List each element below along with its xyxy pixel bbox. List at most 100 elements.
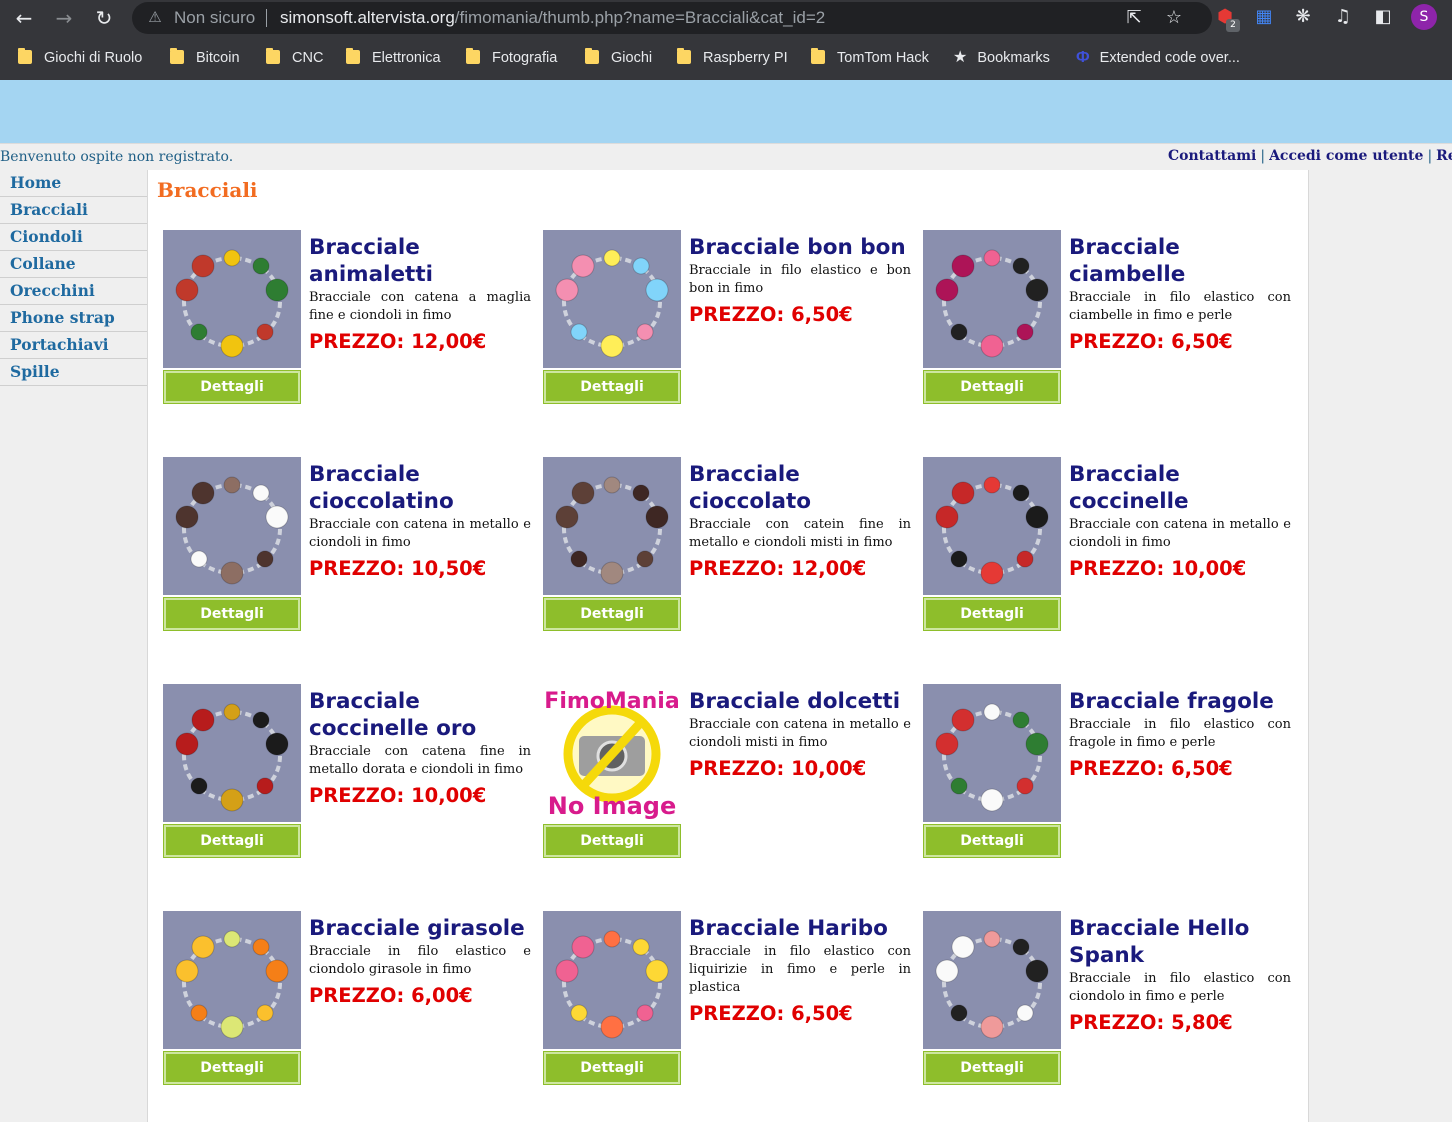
product-card: Dettagli Bracciale coccinelle Bracciale co… — [923, 457, 1291, 633]
back-arrow-icon[interactable]: ← — [10, 4, 38, 32]
product-image[interactable] — [923, 911, 1061, 1049]
folder-icon — [18, 48, 32, 64]
product-price: PREZZO: 10,50€ — [309, 557, 487, 580]
details-button[interactable]: Dettagli — [543, 370, 681, 404]
security-label[interactable]: Non sicuro — [174, 7, 255, 29]
bookmark-label: Giochi — [611, 50, 653, 66]
warning-icon[interactable]: ⚠ — [146, 8, 164, 26]
no-image-placeholder[interactable]: FimoMania No Image — [543, 684, 681, 822]
profile-avatar[interactable]: S — [1411, 4, 1437, 30]
product-image[interactable] — [543, 911, 681, 1049]
sidebar-item-phone-strap[interactable]: Phone strap — [0, 305, 147, 332]
product-description: Bracciale con catein fine in metallo e c… — [689, 517, 911, 550]
contact-link[interactable]: Contattami — [1168, 148, 1256, 164]
star-icon: ★ — [953, 49, 968, 66]
product-image[interactable] — [543, 457, 681, 595]
link-separator: | — [1260, 148, 1266, 164]
bookmark-label: TomTom Hack — [837, 50, 929, 66]
details-button[interactable]: Dettagli — [163, 1051, 301, 1085]
product-image[interactable] — [923, 457, 1061, 595]
bookmark-bitcoin[interactable]: Bitcoin — [170, 48, 240, 68]
product-image[interactable] — [163, 911, 301, 1049]
category-title: Bracciali — [157, 178, 258, 202]
product-name[interactable]: Bracciale dolcetti — [689, 688, 911, 715]
product-name[interactable]: Bracciale bon bon — [689, 234, 911, 261]
product-name[interactable]: Bracciale coccinelle oro — [309, 688, 531, 742]
details-button[interactable]: Dettagli — [543, 1051, 681, 1085]
product-description: Bracciale in filo elastico con ciondolo … — [1069, 971, 1291, 1004]
media-queue-icon[interactable]: ♫ — [1330, 4, 1356, 30]
bookmark-giochi[interactable]: Giochi — [585, 48, 652, 68]
sidebar-item-home[interactable]: Home — [0, 170, 147, 197]
no-image-label: No Image — [548, 792, 677, 820]
bookmark-extended-code[interactable]: Ф Extended code over... — [1076, 48, 1240, 68]
bookmark-tomtom-hack[interactable]: TomTom Hack — [811, 48, 929, 68]
bookmark-label: Elettronica — [372, 50, 441, 66]
product-card: Dettagli Bracciale Hello Spank Bracciale i… — [923, 911, 1291, 1087]
bookmark-raspberry-pi[interactable]: Raspberry PI — [677, 48, 788, 68]
details-button[interactable]: Dettagli — [543, 824, 681, 858]
product-name[interactable]: Bracciale ciambelle — [1069, 234, 1291, 288]
product-image[interactable] — [923, 684, 1061, 822]
details-button[interactable]: Dettagli — [923, 597, 1061, 631]
product-description: Bracciale in filo elastico e bon bon in … — [689, 263, 911, 296]
main-content: Bracciali Dettagli Bracciale animaletti Br… — [147, 170, 1309, 1122]
address-bar[interactable]: ⚠ Non sicuro simonsoft.altervista.org/fi… — [132, 2, 1212, 34]
product-price: PREZZO: 6,50€ — [689, 303, 853, 326]
sidebar-item-spille[interactable]: Spille — [0, 359, 147, 386]
product-name[interactable]: Bracciale cioccolatino — [309, 461, 531, 515]
bookmark-elettronica[interactable]: Elettronica — [346, 48, 441, 68]
product-name[interactable]: Bracciale Hello Spank — [1069, 915, 1291, 969]
product-card: Dettagli Bracciale cioccolatino Bracciale … — [163, 457, 531, 633]
product-image[interactable] — [163, 684, 301, 822]
product-card: Dettagli Bracciale fragole Bracciale in fi… — [923, 684, 1291, 860]
translate-icon[interactable]: ▦ — [1251, 4, 1277, 30]
bookmark-cnc[interactable]: CNC — [266, 48, 323, 68]
bookmark-star-icon[interactable]: ☆ — [1162, 6, 1186, 30]
side-panel-icon[interactable]: ◧ — [1370, 4, 1396, 30]
browser-toolbar: ← → ↻ ⚠ Non sicuro simonsoft.altervista.… — [0, 0, 1452, 36]
details-button[interactable]: Dettagli — [923, 1051, 1061, 1085]
product-image[interactable] — [543, 230, 681, 368]
sidebar-item-bracciali[interactable]: Bracciali — [0, 197, 147, 224]
folder-icon — [266, 48, 280, 64]
details-button[interactable]: Dettagli — [163, 824, 301, 858]
product-info: Bracciale fragole Bracciale in filo elast… — [1069, 688, 1291, 782]
bookmark-bookmarks[interactable]: ★ Bookmarks — [953, 48, 1050, 68]
product-price: PREZZO: 5,80€ — [1069, 1011, 1233, 1034]
product-name[interactable]: Bracciale cioccolato — [689, 461, 911, 515]
details-button[interactable]: Dettagli — [923, 824, 1061, 858]
details-button[interactable]: Dettagli — [923, 370, 1061, 404]
product-name[interactable]: Bracciale animaletti — [309, 234, 531, 288]
product-name[interactable]: Bracciale coccinelle — [1069, 461, 1291, 515]
extensions-puzzle-icon[interactable]: ❋ — [1290, 4, 1316, 30]
product-description: Bracciale in filo elastico e ciondolo gi… — [309, 944, 531, 977]
product-price: PREZZO: 12,00€ — [309, 330, 487, 353]
product-image[interactable] — [163, 457, 301, 595]
sidebar-item-ciondoli[interactable]: Ciondoli — [0, 224, 147, 251]
bookmark-label: Bitcoin — [196, 50, 240, 66]
product-name[interactable]: Bracciale Haribo — [689, 915, 911, 942]
bookmark-fotografia[interactable]: Fotografia — [466, 48, 557, 68]
product-image[interactable] — [923, 230, 1061, 368]
bookmark-giochi-di-ruolo[interactable]: Giochi di Ruolo — [18, 48, 142, 68]
product-price: PREZZO: 10,00€ — [1069, 557, 1247, 580]
details-button[interactable]: Dettagli — [543, 597, 681, 631]
product-info: Bracciale dolcetti Bracciale con catena i… — [689, 688, 911, 782]
login-link[interactable]: Accedi come utente — [1269, 148, 1423, 164]
reload-icon[interactable]: ↻ — [90, 4, 118, 32]
folder-icon — [811, 48, 825, 64]
share-icon[interactable]: ⇱ — [1122, 6, 1146, 30]
product-name[interactable]: Bracciale fragole — [1069, 688, 1291, 715]
sidebar-item-collane[interactable]: Collane — [0, 251, 147, 278]
forward-arrow-icon[interactable]: → — [50, 4, 78, 32]
product-name[interactable]: Bracciale girasole — [309, 915, 531, 942]
details-button[interactable]: Dettagli — [163, 370, 301, 404]
register-link[interactable]: Registra — [1436, 148, 1452, 164]
url-text[interactable]: simonsoft.altervista.org/fimomania/thumb… — [280, 7, 825, 29]
sidebar-item-portachiavi[interactable]: Portachiavi — [0, 332, 147, 359]
product-info: Bracciale ciambelle Bracciale in filo ela… — [1069, 234, 1291, 355]
product-image[interactable] — [163, 230, 301, 368]
sidebar-item-orecchini[interactable]: Orecchini — [0, 278, 147, 305]
details-button[interactable]: Dettagli — [163, 597, 301, 631]
